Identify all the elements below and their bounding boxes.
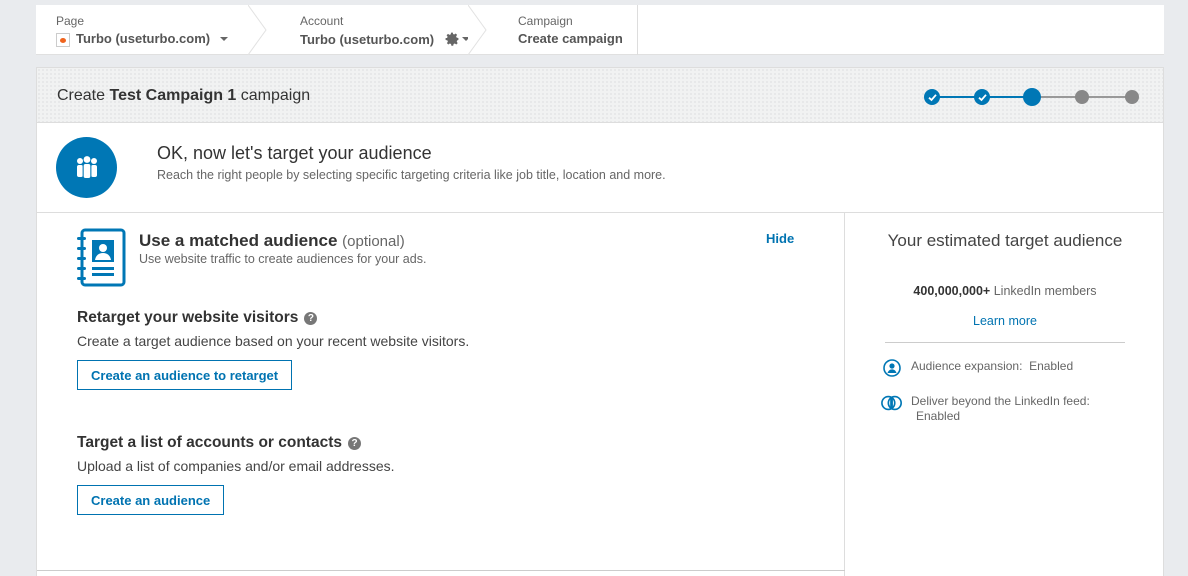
breadcrumb-account-label: Account bbox=[300, 14, 344, 28]
create-audience-button[interactable]: Create an audience bbox=[77, 485, 225, 515]
deliver-beyond-feed-value: Enabled bbox=[916, 409, 961, 423]
accounts-title-label: Target a list of accounts or contacts bbox=[77, 434, 342, 451]
campaign-name: Test Campaign 1 bbox=[109, 87, 237, 104]
retarget-title: Retarget your website visitors ? bbox=[77, 309, 318, 327]
matched-audience-title: Use a matched audience (optional) bbox=[139, 231, 405, 251]
card-header: Create Test Campaign 1 campaign bbox=[37, 68, 1163, 123]
deliver-beyond-feed-text: Deliver beyond the LinkedIn feed: bbox=[911, 394, 1090, 408]
matched-audience-subtitle: Use website traffic to create audiences … bbox=[139, 252, 427, 266]
estimate-count-suffix: LinkedIn members bbox=[993, 284, 1097, 298]
progress-steps bbox=[923, 88, 1141, 106]
audience-expansion-text: Audience expansion: Enabled bbox=[911, 359, 1074, 373]
estimate-panel: Your estimated target audience 400,000,0… bbox=[846, 213, 1164, 576]
breadcrumb-account-value: Turbo (useturbo.com) bbox=[300, 31, 435, 47]
breadcrumb-page-label: Page bbox=[56, 14, 85, 28]
step-current bbox=[1023, 88, 1041, 106]
accounts-title: Target a list of accounts or contacts ? bbox=[77, 434, 361, 452]
campaign-card: Create Test Campaign 1 campaign OK, now … bbox=[36, 67, 1164, 576]
help-icon[interactable]: ? bbox=[348, 436, 361, 450]
contact-book-icon bbox=[76, 227, 130, 294]
create-retarget-audience-button[interactable]: Create an audience to retarget bbox=[77, 360, 293, 390]
breadcrumb-campaign-label: Campaign bbox=[518, 14, 573, 28]
estimate-count-value: 400,000,000+ bbox=[913, 284, 991, 298]
accounts-subtitle: Upload a list of companies and/or email … bbox=[77, 458, 395, 474]
user-circle-icon bbox=[881, 359, 903, 377]
step-completed bbox=[924, 89, 940, 105]
page-title: Create Test Campaign 1 campaign bbox=[57, 87, 310, 105]
chevron-down-icon[interactable] bbox=[220, 36, 229, 41]
intro-title: OK, now let's target your audience bbox=[157, 143, 432, 163]
estimate-title: Your estimated target audience bbox=[887, 231, 1123, 250]
gear-icon[interactable] bbox=[444, 31, 471, 47]
targeting-panel: Use a matched audience (optional) Use we… bbox=[37, 213, 845, 576]
step-completed bbox=[974, 89, 990, 105]
learn-more-link[interactable]: Learn more bbox=[846, 314, 1164, 328]
hide-link[interactable]: Hide bbox=[766, 231, 794, 246]
breadcrumb-separator bbox=[468, 5, 487, 55]
people-icon bbox=[56, 137, 117, 198]
breadcrumb-campaign-value: Create campaign bbox=[518, 31, 623, 46]
breadcrumb-separator bbox=[248, 5, 267, 55]
optional-label: (optional) bbox=[342, 233, 405, 250]
estimate-count: 400,000,000+ LinkedIn members bbox=[846, 284, 1164, 298]
breadcrumb-page-value: Turbo (useturbo.com) bbox=[76, 31, 211, 46]
breadcrumb-account[interactable]: Account Turbo (useturbo.com) bbox=[258, 5, 487, 55]
page-logo-icon bbox=[56, 32, 70, 47]
breadcrumb: Page Turbo (useturbo.com) Account Turbo … bbox=[36, 5, 1164, 55]
title-prefix: Create bbox=[57, 87, 106, 104]
retarget-subtitle: Create a target audience based on your r… bbox=[77, 333, 470, 349]
step-upcoming bbox=[1125, 90, 1139, 104]
network-icon bbox=[881, 394, 903, 412]
matched-audience-label: Use a matched audience bbox=[139, 231, 338, 250]
audience-expansion-status: Audience expansion: Enabled bbox=[881, 359, 1073, 377]
intro-subtitle: Reach the right people by selecting spec… bbox=[157, 168, 666, 182]
retarget-title-label: Retarget your website visitors bbox=[77, 309, 299, 326]
breadcrumb-campaign: Campaign Create campaign bbox=[478, 5, 638, 55]
step-upcoming bbox=[1075, 90, 1089, 104]
divider bbox=[885, 342, 1125, 343]
title-suffix: campaign bbox=[240, 87, 311, 104]
help-icon[interactable]: ? bbox=[304, 311, 318, 325]
breadcrumb-page[interactable]: Page Turbo (useturbo.com) bbox=[36, 5, 267, 55]
deliver-beyond-feed-status: Deliver beyond the LinkedIn feed: Enable… bbox=[881, 394, 1090, 424]
divider bbox=[37, 570, 845, 571]
intro-section: OK, now let's target your audience Reach… bbox=[37, 123, 1163, 213]
check-icon bbox=[977, 93, 987, 101]
check-icon bbox=[927, 93, 937, 101]
